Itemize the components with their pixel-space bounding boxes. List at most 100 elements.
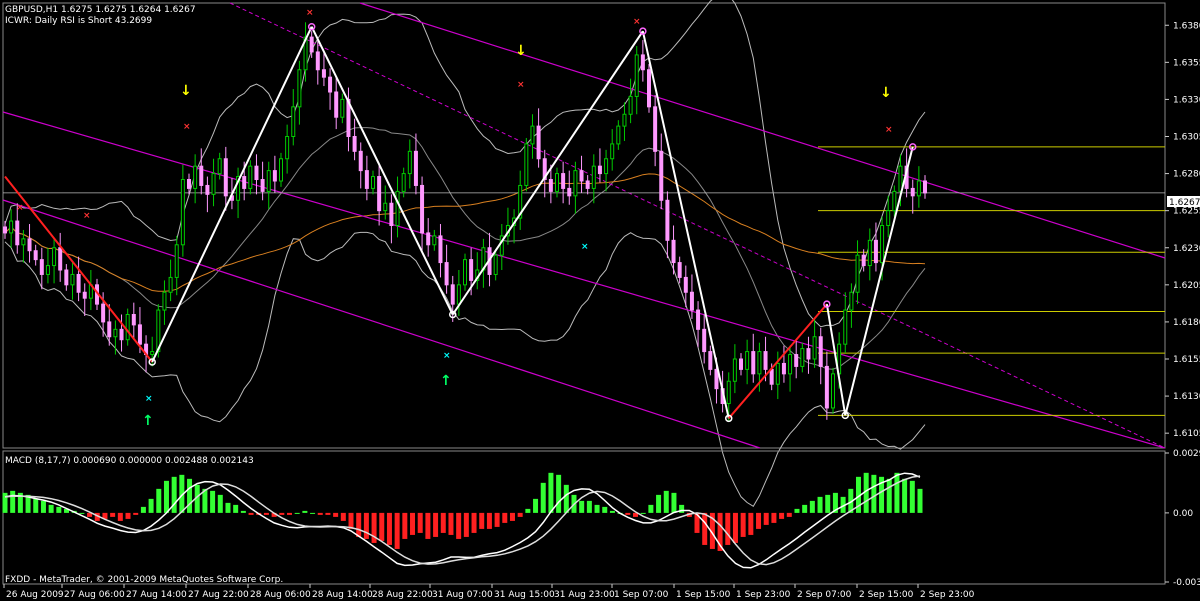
candle-body xyxy=(364,170,369,189)
macd-histogram-bar xyxy=(663,490,669,513)
macd-histogram-bar xyxy=(225,502,231,513)
macd-histogram-bar xyxy=(463,512,469,537)
macd-histogram-bar xyxy=(286,512,292,515)
candle-body xyxy=(757,351,762,375)
time-tick-label: 26 Aug 2009 xyxy=(6,590,64,600)
candle-body xyxy=(555,173,559,192)
cross-marker-icon: × xyxy=(83,211,91,221)
candle-body xyxy=(640,54,645,71)
candle-body xyxy=(855,254,860,293)
macd-histogram-bar xyxy=(540,482,546,513)
macd-histogram-bar xyxy=(125,512,131,519)
candle-body xyxy=(726,380,731,404)
candle-body xyxy=(131,314,136,326)
candle-body xyxy=(150,351,155,356)
time-tick-label: 1 Sep 23:00 xyxy=(736,590,791,600)
candle-body xyxy=(916,180,921,197)
candle-body xyxy=(610,143,615,160)
candle-body xyxy=(530,125,535,145)
candle-body xyxy=(174,244,179,278)
macd-histogram-bar xyxy=(317,512,323,515)
macd-histogram-bar xyxy=(410,512,416,535)
price-tick-label: 1.6155 xyxy=(1173,355,1200,365)
candle-body xyxy=(21,238,26,246)
candle-body xyxy=(597,165,602,175)
macd-histogram-bar xyxy=(525,508,531,513)
candle-body xyxy=(113,328,118,338)
macd-histogram-bar xyxy=(325,512,331,515)
candle-body xyxy=(867,239,872,267)
macd-histogram-bar xyxy=(48,504,54,513)
time-tick-label: 2 Sep 23:00 xyxy=(920,590,975,600)
time-tick-label: 27 Aug 14:00 xyxy=(126,590,187,600)
macd-histogram-bar xyxy=(10,490,16,513)
candle-body xyxy=(438,235,443,264)
candle-body xyxy=(248,165,253,189)
zigzag-segment xyxy=(727,303,828,419)
macd-tick-label: 0.00 xyxy=(1173,509,1193,519)
candle-body xyxy=(321,69,326,78)
macd-histogram-bar xyxy=(471,512,477,533)
macd-histogram-bar xyxy=(886,478,892,513)
macd-histogram-bar xyxy=(563,484,569,513)
macd-histogram-bar xyxy=(794,508,800,513)
price-chart-svg: ↓ ↓ ↓ ↑ ↑ × × × × × × × × × × 1.6380 1.6355 1.6330 1.6305… xyxy=(2,0,1200,600)
candle-body xyxy=(536,125,541,160)
candle-body xyxy=(205,184,210,195)
candle-body xyxy=(82,291,87,299)
macd-histogram-bar xyxy=(894,472,900,513)
macd-histogram-bar xyxy=(233,504,239,513)
candle-body xyxy=(199,165,204,186)
macd-histogram-bar xyxy=(248,512,254,515)
candle-body xyxy=(340,98,345,118)
macd-panel[interactable] xyxy=(2,450,1166,585)
macd-histogram-bar xyxy=(148,498,154,513)
macd-histogram-bar xyxy=(779,512,785,519)
candle-body xyxy=(769,368,774,385)
macd-histogram-bar xyxy=(433,512,439,537)
macd-histogram-bar xyxy=(187,478,193,513)
macd-histogram-bar xyxy=(486,512,492,529)
candle-body xyxy=(788,354,793,375)
zigzag-segment xyxy=(641,30,730,419)
macd-histogram-bar xyxy=(586,500,592,513)
candle-body xyxy=(187,179,191,189)
macd-histogram-bar xyxy=(263,512,269,515)
candle-body xyxy=(579,170,584,182)
price-box-label: 1.6267 xyxy=(1169,198,1200,208)
macd-histogram-bar xyxy=(310,512,316,514)
main-price-panel[interactable]: ↓ ↓ ↓ ↑ ↑ × × × × × × × × × × xyxy=(2,0,1166,507)
candle-body xyxy=(800,348,805,367)
macd-histogram-bar xyxy=(40,500,46,513)
time-tick-label: 27 Aug 06:00 xyxy=(64,590,125,600)
macd-histogram-bar xyxy=(117,512,123,521)
candle-body xyxy=(15,220,20,246)
candle-body xyxy=(272,170,277,182)
macd-histogram-bar xyxy=(625,512,631,515)
candle-body xyxy=(763,351,768,370)
candle-body xyxy=(647,69,651,108)
candle-body xyxy=(242,176,247,189)
candle-body xyxy=(873,239,878,264)
cross-marker-icon: × xyxy=(517,80,525,90)
macd-histogram-bar xyxy=(425,512,431,539)
macd-histogram-bar xyxy=(79,512,85,514)
candle-body xyxy=(101,303,106,323)
candle-body xyxy=(567,187,572,197)
macd-histogram-bar xyxy=(556,474,562,513)
candle-body xyxy=(371,176,375,189)
candle-body xyxy=(432,235,437,246)
candle-body xyxy=(469,259,474,281)
candle-body xyxy=(217,158,222,175)
macd-histogram-bar xyxy=(394,512,400,549)
macd-histogram-bar xyxy=(548,472,554,513)
buy-arrow-icon: ↑ xyxy=(142,413,154,429)
candle-body xyxy=(696,309,701,330)
candle-body xyxy=(831,373,835,409)
macd-histogram-bar xyxy=(763,512,769,525)
sell-arrow-icon: ↓ xyxy=(880,85,892,101)
candle-body xyxy=(843,309,848,345)
candle-body xyxy=(266,170,271,192)
time-tick-label: 31 Aug 23:00 xyxy=(554,590,615,600)
macd-histogram-bar xyxy=(648,504,654,513)
